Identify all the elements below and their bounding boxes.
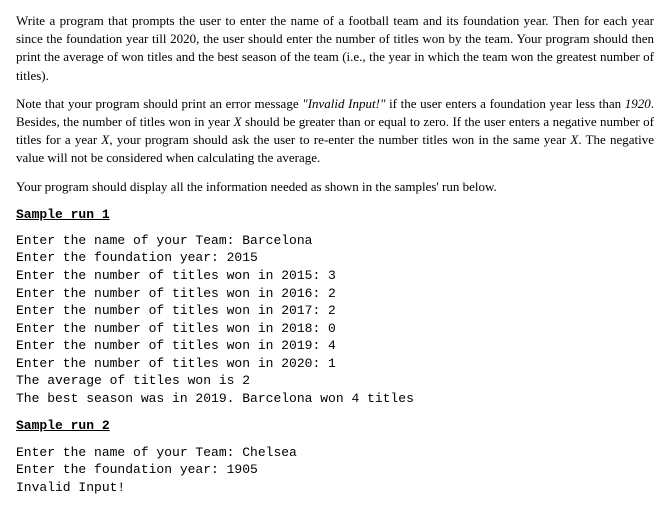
p2-middle4: , your program should ask the user to re… xyxy=(109,132,570,147)
sample-run-2-heading: Sample run 2 xyxy=(16,417,654,435)
sample-run-1-output: Enter the name of your Team: Barcelona E… xyxy=(16,232,654,407)
sample-run-2-output: Enter the name of your Team: Chelsea Ent… xyxy=(16,444,654,497)
p2-year-1920: 1920 xyxy=(625,96,651,111)
problem-paragraph-3: Your program should display all the info… xyxy=(16,178,654,196)
p2-middle1: if the user enters a foundation year les… xyxy=(385,96,624,111)
p2-prefix: Note that your program should print an e… xyxy=(16,96,302,111)
sample-run-1-heading: Sample run 1 xyxy=(16,206,654,224)
p2-var-x1: X xyxy=(234,114,242,129)
problem-paragraph-2: Note that your program should print an e… xyxy=(16,95,654,168)
problem-paragraph-1: Write a program that prompts the user to… xyxy=(16,12,654,85)
p2-quoted-error: "Invalid Input!" xyxy=(302,96,385,111)
